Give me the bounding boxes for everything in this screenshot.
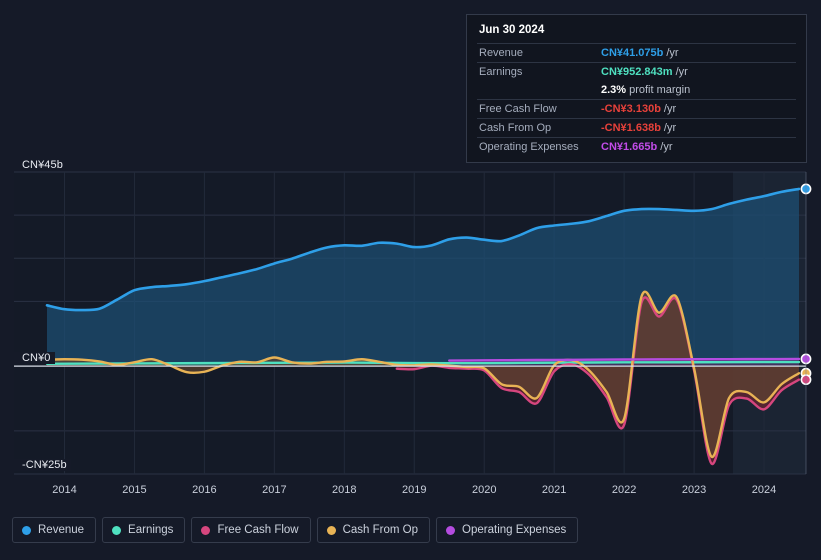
series-line-operating-expenses — [448, 357, 801, 362]
legend-item-free-cash-flow[interactable]: Free Cash Flow — [191, 517, 311, 543]
legend-item-operating-expenses[interactable]: Operating Expenses — [436, 517, 579, 543]
x-axis-tick-2024: 2024 — [751, 484, 777, 496]
tooltip-row-value: -CN¥1.638b — [601, 122, 661, 134]
legend-item-label: Operating Expenses — [462, 524, 567, 536]
tooltip-row-unit: /yr — [660, 141, 673, 153]
x-axis-tick-2018: 2018 — [332, 484, 357, 496]
financial-chart-page: CN¥45b CN¥0 -CN¥25b 2014 2015 2016 2017 2018… — [0, 0, 821, 560]
x-axis-tick-2014: 2014 — [52, 484, 77, 496]
tooltip-date: Jun 30 2024 — [479, 24, 545, 36]
tooltip-row-value-wrap: CN¥41.075b/yr — [601, 47, 679, 59]
tooltip-row-unit: /yr — [675, 66, 688, 78]
legend-item-revenue[interactable]: Revenue — [12, 517, 97, 543]
tooltip-row-label: Earnings — [479, 66, 523, 78]
x-axis-tick-2021: 2021 — [541, 484, 567, 496]
tooltip-row-unit: profit margin — [629, 84, 691, 96]
tooltip-row: Earnings CN¥952.843m/yr — [477, 62, 796, 81]
x-axis-tick-2017: 2017 — [262, 484, 287, 496]
tooltip-row: Operating Expenses CN¥1.665b/yr — [477, 137, 796, 156]
tooltip-row-label: Free Cash Flow — [479, 103, 557, 115]
x-axis-tick-2016: 2016 — [192, 484, 217, 496]
legend-item-label: Revenue — [38, 524, 85, 536]
legend-color-dot-icon — [112, 525, 122, 535]
chart-tooltip: Jun 30 2024 Revenue CN¥41.075b/yr Earnings… — [466, 14, 807, 163]
tooltip-row-unit: /yr — [663, 103, 677, 115]
tooltip-row-value: 2.3% — [601, 84, 627, 96]
y-axis-label-zero: CN¥0 — [12, 352, 55, 364]
tooltip-row-value-wrap: CN¥1.665b/yr — [601, 141, 673, 153]
x-axis-tick-2023: 2023 — [681, 484, 707, 496]
tooltip-row-value: CN¥41.075b — [601, 47, 664, 59]
tooltip-rows: Revenue CN¥41.075b/yr Earnings CN¥952.843m /… — [477, 43, 796, 156]
x-axis-tick-2015: 2015 — [122, 484, 147, 496]
tooltip-row-value-wrap: -CN¥1.638b/yr — [601, 122, 676, 134]
tooltip-row-unit: /yr — [663, 122, 677, 134]
tooltip-row-value: -CN¥3.130b — [601, 103, 661, 115]
x-axis-tick-2019: 2019 — [402, 484, 427, 496]
legend-color-dot-icon — [326, 525, 336, 535]
legend-color-dot-icon — [22, 525, 31, 535]
tooltip-row-value: CN¥952.843m — [601, 66, 673, 78]
x-axis-tick-2022: 2022 — [611, 484, 637, 496]
legend-color-dot-icon — [446, 525, 456, 535]
y-axis-label-max: CN¥45b — [12, 159, 67, 171]
tooltip-row: Cash From Op -CN¥1.638b/yr — [477, 118, 796, 137]
tooltip-row: 2.3% profit margin — [477, 81, 796, 99]
tooltip-row-value: CN¥1.665b — [601, 141, 658, 153]
tooltip-row-value-wrap: -CN¥3.130b/yr — [601, 103, 676, 115]
tooltip-row-label: Cash From Op — [479, 122, 552, 134]
x-axis-tick-2020: 2020 — [471, 484, 497, 496]
tooltip-row: Revenue CN¥41.075b/yr — [477, 43, 796, 62]
tooltip-row-label: Revenue — [479, 47, 524, 59]
y-axis-label-min: -CN¥25b — [12, 459, 71, 471]
legend-item-label: Cash From Op — [342, 524, 419, 536]
legend-item-label: Free Cash Flow — [217, 524, 299, 536]
tooltip-row: Free Cash Flow -CN¥3.130b/yr — [477, 99, 796, 118]
legend-item-label: Earnings — [128, 524, 174, 536]
tooltip-row-value-wrap: CN¥952.843m/yr — [601, 66, 688, 78]
tooltip-row-label: Operating Expenses — [479, 141, 579, 153]
chart-legend[interactable]: Revenue Earnings Free Cash Flow Cash From O… — [12, 517, 579, 543]
tooltip-row-value-wrap: 2.3% profit margin — [601, 84, 690, 96]
tooltip-row-unit: /yr — [666, 47, 679, 59]
legend-item-earnings[interactable]: Earnings — [102, 517, 186, 543]
legend-color-dot-icon — [201, 525, 211, 535]
legend-item-cash-from-op[interactable]: Cash From Op — [316, 517, 431, 543]
